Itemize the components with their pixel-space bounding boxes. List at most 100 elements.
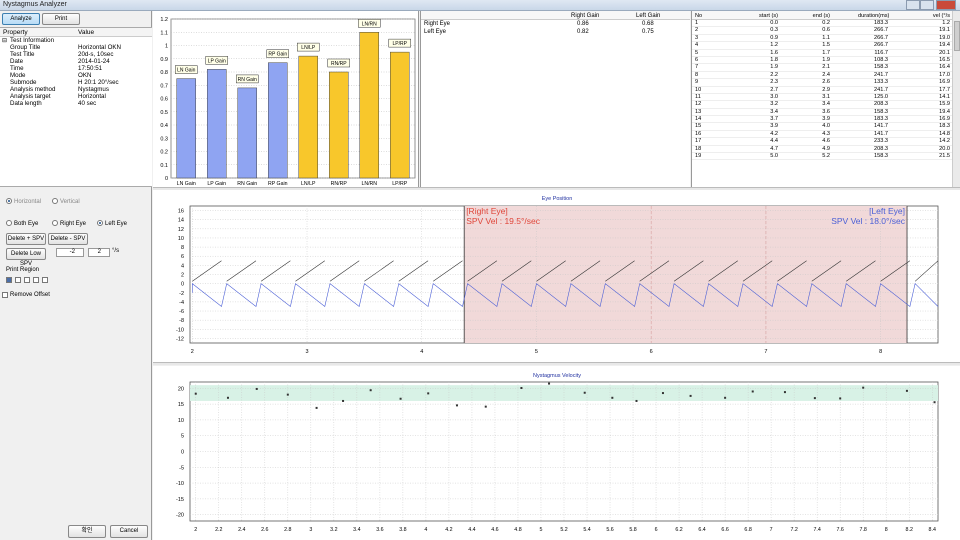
property-row[interactable]: Mode OKN (0, 72, 152, 79)
velocity-point[interactable] (194, 392, 197, 395)
property-row[interactable]: Analysis method Nystagmus (0, 86, 152, 93)
velocity-point[interactable] (583, 391, 586, 394)
velocity-table-row[interactable]: 6 1.8 1.9 108.3 16.5 (692, 57, 960, 65)
print-region-checkbox[interactable] (42, 277, 48, 283)
scrollbar-thumb[interactable] (954, 21, 960, 51)
velocity-point[interactable] (548, 382, 551, 385)
velocity-cell: 2.4 (822, 71, 830, 78)
print-region-checkbox[interactable] (24, 277, 30, 283)
velocity-table-row[interactable]: 1 0.0 0.2 183.3 1.2 (692, 20, 960, 28)
right-eye-radio[interactable]: Right Eye (52, 220, 86, 227)
velocity-point[interactable] (399, 397, 402, 400)
close-button[interactable] (936, 0, 956, 10)
velocity-point[interactable] (369, 389, 372, 392)
y-tick-label: 1.1 (160, 30, 168, 36)
velocity-point[interactable] (813, 397, 816, 400)
delete-plus-spv-button[interactable]: Delete + SPV (6, 233, 46, 245)
gain-cell: 0.75 (642, 29, 654, 35)
y-tick-label: 0.5 (160, 110, 168, 116)
ok-button[interactable]: 확인 (68, 525, 106, 538)
velocity-cell: 1 (695, 20, 699, 26)
y-tick-label: 4 (181, 263, 184, 269)
velocity-table-row[interactable]: 4 1.2 1.5 266.7 19.4 (692, 42, 960, 50)
velocity-point[interactable] (286, 393, 289, 396)
velocity-point[interactable] (689, 394, 692, 397)
velocity-table-row[interactable]: 7 1.9 2.1 158.3 16.4 (692, 64, 960, 72)
velocity-point[interactable] (862, 386, 865, 389)
velocity-point[interactable] (933, 401, 936, 404)
y-tick-label: 0.8 (160, 70, 168, 76)
property-row[interactable]: Analysis target Horizontal (0, 93, 152, 100)
print-region-checkbox[interactable] (33, 277, 39, 283)
property-row[interactable]: Time 17:50:51 (0, 65, 152, 72)
velocity-table-row[interactable]: 9 2.3 2.6 133.3 16.9 (692, 79, 960, 87)
velocity-table-row[interactable]: 8 2.2 2.4 241.7 17.0 (692, 71, 960, 80)
print-region-checkbox[interactable] (15, 277, 21, 283)
velocity-table-row[interactable]: 3 0.9 1.1 266.7 19.0 (692, 35, 960, 43)
velocity-table-row[interactable]: 16 4.2 4.3 141.7 14.8 (692, 130, 960, 139)
velocity-point[interactable] (839, 397, 842, 400)
property-row[interactable]: Test Title 20d-s, 10sec (0, 51, 152, 58)
spv-high-stepper[interactable]: 2 (88, 248, 110, 257)
velocity-table-row[interactable]: 17 4.4 4.6 233.3 14.2 (692, 138, 960, 146)
velocity-point[interactable] (427, 392, 430, 395)
velocity-point[interactable] (226, 396, 229, 399)
velocity-table-row[interactable]: 12 3.2 3.4 208.3 15.9 (692, 101, 960, 109)
property-row[interactable]: Submode H 20:1 20°/sec (0, 79, 152, 86)
velocity-point[interactable] (905, 389, 908, 392)
velocity-point[interactable] (342, 399, 345, 402)
cancel-button[interactable]: Cancel (110, 525, 148, 538)
velocity-point[interactable] (783, 391, 786, 394)
left-eye-radio[interactable]: Left Eye (97, 220, 127, 227)
velocity-point[interactable] (455, 404, 458, 407)
velocity-point[interactable] (611, 396, 614, 399)
window-title: Nystagmus Analyzer (3, 1, 67, 8)
maximize-button[interactable] (920, 0, 934, 10)
vertical-radio[interactable]: Vertical (52, 198, 80, 205)
table-scrollbar[interactable] (952, 11, 960, 187)
velocity-table-row[interactable]: 14 3.7 3.9 183.3 16.9 (692, 116, 960, 124)
x-tick-label: 2.6 (261, 527, 268, 533)
horizontal-radio[interactable]: Horizontal (6, 198, 41, 205)
velocity-table-row[interactable]: 19 5.0 5.2 158.3 21.5 (692, 153, 960, 161)
velocity-point[interactable] (484, 405, 487, 408)
velocity-point[interactable] (255, 387, 258, 390)
velocity-cell: 208.3 (874, 101, 888, 108)
delete-low-spv-button[interactable]: Delete Low SPV (6, 248, 46, 267)
property-row[interactable]: Group Title Horizontal OKN (0, 44, 152, 51)
velocity-table-row[interactable]: 10 2.7 2.9 241.7 17.7 (692, 87, 960, 94)
analyze-button[interactable]: Analyze (2, 13, 40, 25)
velocity-cell: 17.0 (939, 71, 950, 78)
velocity-table-row[interactable]: 13 3.4 3.6 158.3 19.4 (692, 109, 960, 117)
velocity-table-row[interactable]: 18 4.7 4.9 208.3 20.0 (692, 146, 960, 154)
velocity-cell: 141.7 (874, 123, 888, 130)
velocity-point[interactable] (661, 392, 664, 395)
remove-offset-checkbox[interactable] (2, 292, 8, 298)
velocity-table-row[interactable]: 2 0.3 0.6 266.7 19.1 (692, 27, 960, 35)
velocity-point[interactable] (520, 387, 523, 390)
radio-dot-icon (6, 220, 12, 226)
minimize-button[interactable] (906, 0, 920, 10)
velocity-point[interactable] (751, 390, 754, 393)
velocity-cell: 141.7 (874, 130, 888, 137)
y-tick-label: -10 (176, 481, 184, 487)
print-button[interactable]: Print (42, 13, 80, 25)
velocity-cell: 3.0 (770, 93, 778, 100)
collapse-icon[interactable]: ⊟ (2, 37, 7, 44)
spv-low-stepper[interactable]: -2 (56, 248, 84, 257)
velocity-table-row[interactable]: 5 1.6 1.7 116.7 20.1 (692, 50, 960, 57)
property-row[interactable]: Date 2014-01-24 (0, 58, 152, 65)
property-group-row[interactable]: ⊟ Test Information (0, 37, 152, 44)
velocity-table-row[interactable]: 15 3.9 4.0 141.7 18.3 (692, 123, 960, 131)
print-region-checkbox[interactable] (6, 277, 12, 283)
velocity-point[interactable] (315, 406, 318, 409)
gain-table-row[interactable]: Right Eye 0.86 0.68 (421, 20, 690, 28)
velocity-table-row[interactable]: 11 3.0 3.1 125.0 14.1 (692, 93, 960, 102)
gain-table-row[interactable]: Left Eye 0.82 0.75 (421, 28, 690, 36)
delete-minus-spv-button[interactable]: Delete - SPV (48, 233, 88, 245)
velocity-point[interactable] (635, 399, 638, 402)
property-row[interactable]: Data length 40 sec (0, 100, 152, 107)
both-eye-radio[interactable]: Both Eye (6, 220, 38, 227)
bottom-splitter[interactable] (153, 362, 960, 365)
velocity-point[interactable] (724, 396, 727, 399)
